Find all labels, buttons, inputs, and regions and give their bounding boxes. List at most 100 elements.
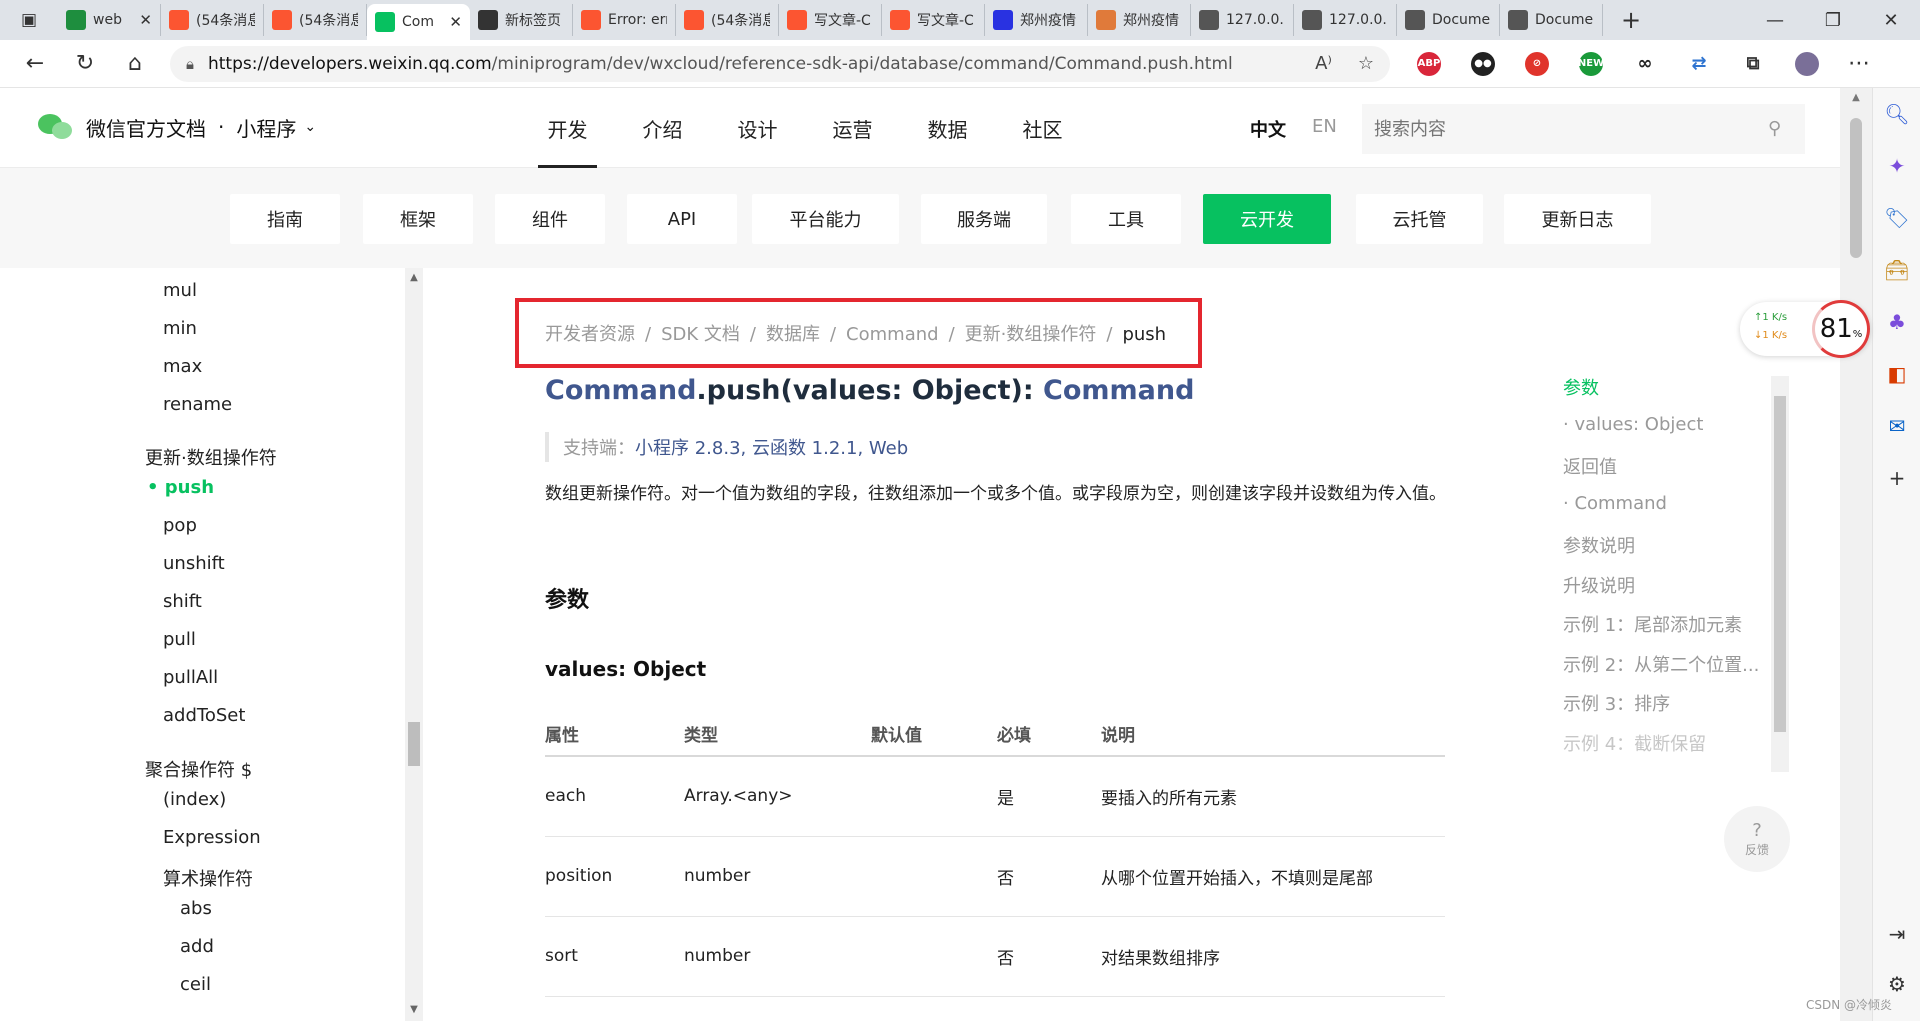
lang-en[interactable]: EN [1312,116,1337,142]
chevron-down-icon[interactable]: ⌄ [304,119,316,135]
scroll-down-icon[interactable]: ▼ [405,1004,423,1015]
browser-tab[interactable]: 127.0.0.1 [1191,4,1294,36]
toc-item[interactable]: 示例 4：截断保留 [1563,730,1706,756]
category-tab[interactable]: 服务端 [921,194,1047,244]
site-logo[interactable]: 微信官方文档 · 小程序 ⌄ [38,112,316,142]
category-tab[interactable]: 框架 [363,194,473,244]
tab-actions-icon[interactable]: ▣ [0,0,58,40]
sidebar-item[interactable]: min [163,318,197,339]
copilot-icon[interactable]: ✦ [1873,140,1920,192]
new-extension-icon[interactable]: NEW [1564,40,1618,88]
sidebar-item[interactable]: pullAll [163,667,218,688]
sidebar-scrollbar[interactable]: ▲ ▼ [405,268,423,1021]
profile-avatar[interactable] [1780,40,1834,88]
category-tab[interactable]: 平台能力 [752,194,899,244]
browser-tab[interactable]: Com ✕ [367,4,470,40]
sync-icon[interactable]: ⇄ [1672,40,1726,88]
restore-icon[interactable]: ❐ [1804,0,1862,40]
network-speed-widget[interactable]: ↑1 K/s ↓1 K/s 81 % [1740,300,1870,358]
toc-scrollbar[interactable] [1771,376,1789,772]
category-tab[interactable]: 更新日志 [1504,194,1651,244]
scroll-up-icon[interactable]: ▲ [405,272,423,283]
product-switcher[interactable]: 小程序 [236,113,296,142]
category-tab[interactable]: 指南 [230,194,340,244]
browser-tab[interactable]: 127.0.0.1 [1294,4,1397,36]
infinity-icon[interactable]: ∞ [1618,40,1672,88]
category-tab[interactable]: 组件 [495,194,605,244]
browser-tab[interactable]: 郑州疫情 [985,4,1088,36]
topnav-item[interactable]: 开发 [520,88,615,168]
sidebar-item[interactable]: Expression [163,827,261,848]
more-options-icon[interactable]: ⋯ [1834,40,1884,88]
lang-zh[interactable]: 中文 [1250,116,1286,142]
search-input[interactable] [1362,104,1805,154]
adblock-icon[interactable]: ABP [1402,40,1456,88]
toc-item[interactable]: 示例 1：尾部添加元素 [1563,611,1742,637]
search-icon[interactable]: 🔍︎ [1873,88,1920,140]
toc-item[interactable]: 返回值 [1563,453,1617,479]
lock-icon[interactable]: 🔒︎ [186,55,194,73]
hide-sidebar-icon[interactable]: ⇥ [1873,908,1920,960]
minimize-icon[interactable]: — [1746,0,1804,40]
outlook-icon[interactable]: ✉ [1873,400,1920,452]
sidebar-item[interactable]: unshift [163,553,225,574]
sidebar-item[interactable]: rename [163,394,232,415]
close-window-icon[interactable]: ✕ [1862,0,1920,40]
toc-scroll-thumb[interactable] [1774,396,1786,732]
title-return-link[interactable]: Command [1043,375,1194,406]
sidebar-item[interactable]: ceil [180,974,211,995]
topnav-item[interactable]: 介绍 [615,88,710,168]
support-links[interactable]: 小程序 2.8.3, 云函数 1.2.1, Web [635,434,908,460]
browser-tab[interactable]: (54条消息 [161,4,264,36]
sidebar-item-active[interactable]: • push [147,477,214,498]
browser-tab[interactable]: Documer [1500,4,1603,36]
topnav-item[interactable]: 设计 [710,88,805,168]
page-scroll-thumb[interactable] [1850,118,1862,258]
topnav-item[interactable]: 运营 [805,88,900,168]
toc-item[interactable]: · values: Object [1563,414,1703,435]
read-aloud-icon[interactable]: A⁾ [1315,53,1332,74]
browser-tab[interactable]: 新标签页 [470,4,573,36]
sidebar-item[interactable]: abs [180,898,212,919]
sidebar-item[interactable]: (index) [163,789,226,810]
sidebar-item[interactable]: pop [163,515,197,536]
sidebar-item[interactable]: 聚合操作符 $ [145,756,252,782]
browser-tab[interactable]: 写文章-C [779,4,882,36]
topnav-item[interactable]: 社区 [995,88,1090,168]
category-tab[interactable]: API [627,194,737,244]
scroll-up-icon[interactable]: ▲ [1840,92,1872,103]
tools-icon[interactable]: 🧰︎ [1873,244,1920,296]
topnav-item[interactable]: 数据 [900,88,995,168]
sidebar-item[interactable]: shift [163,591,202,612]
browser-tab[interactable]: (54条消息 [264,4,367,36]
collections-icon[interactable]: ⧉ [1726,40,1780,88]
extension-icon[interactable]: ●● [1456,40,1510,88]
sidebar-item[interactable]: mul [163,280,197,301]
browser-tab[interactable]: Documer [1397,4,1500,36]
feedback-button[interactable]: ? 反馈 [1724,806,1790,872]
sidebar-item[interactable]: max [163,356,202,377]
toc-item[interactable]: 参数 [1563,374,1599,400]
home-icon[interactable]: ⌂ [110,40,160,88]
sidebar-item[interactable]: add [180,936,214,957]
close-icon[interactable]: ✕ [449,13,462,31]
close-icon[interactable]: ✕ [139,11,152,29]
favorite-add-icon[interactable]: ☆ [1358,53,1374,74]
office-icon[interactable]: ◧ [1873,348,1920,400]
page-scrollbar[interactable]: ▲ [1840,88,1872,1021]
new-tab-button[interactable]: + [1611,6,1651,34]
title-command-link[interactable]: Command [545,375,696,406]
sidebar-item[interactable]: addToSet [163,705,245,726]
browser-tab[interactable]: 写文章-C [882,4,985,36]
add-sidebar-icon[interactable]: + [1873,452,1920,504]
back-icon[interactable]: ← [10,40,60,88]
address-bar[interactable]: 🔒︎ https://developers.weixin.qq.com/mini… [170,45,1390,82]
sidebar-item[interactable]: 更新·数组操作符 [145,444,277,470]
toc-item[interactable]: 参数说明 [1563,532,1635,558]
sidebar-item[interactable]: pull [163,629,196,650]
sidebar-scroll-thumb[interactable] [408,722,420,766]
toc-item[interactable]: 升级说明 [1563,572,1635,598]
category-tab[interactable]: 工具 [1071,194,1181,244]
search-icon[interactable]: ⚲ [1768,118,1781,139]
games-icon[interactable]: ♣ [1873,296,1920,348]
